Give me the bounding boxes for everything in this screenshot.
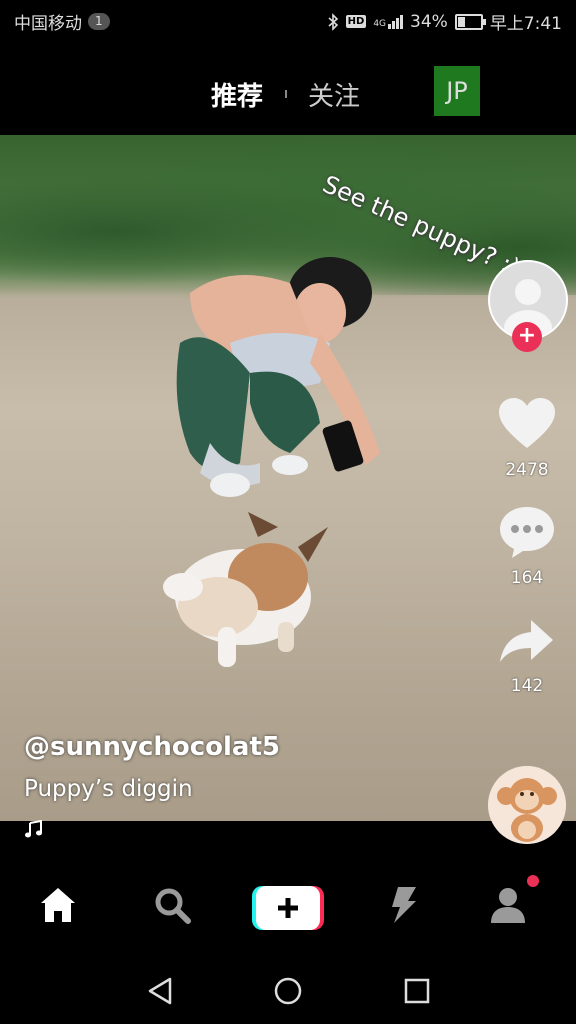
system-nav-bar	[0, 962, 576, 1024]
top-nav: 推荐 关注 JP	[0, 40, 576, 135]
share-count: 142	[510, 676, 544, 696]
jp-badge[interactable]: JP	[434, 66, 480, 116]
profile-icon[interactable]	[488, 885, 528, 925]
bluetooth-icon	[328, 12, 338, 31]
status-left: 中国移动 1	[14, 9, 110, 34]
clock: 早上7:41	[489, 14, 562, 34]
back-triangle-icon[interactable]	[146, 976, 174, 1006]
hd-badge: HD	[345, 15, 367, 28]
create-plus-icon[interactable]	[252, 884, 324, 932]
tab-recommend[interactable]: 推荐	[211, 76, 263, 113]
post-description: Puppy’s diggin	[24, 776, 193, 802]
status-bar: 中国移动 1 HD 4G 34% 早上7:41	[0, 0, 576, 40]
bottom-nav	[0, 850, 576, 962]
comment-bubble-icon	[500, 507, 554, 558]
notification-dot	[527, 875, 539, 887]
music-disc[interactable]	[488, 766, 566, 844]
like-button[interactable]: 2478	[497, 396, 557, 480]
network-type: 4G	[373, 18, 387, 29]
battery-icon	[454, 13, 486, 30]
battery-fill	[457, 16, 465, 27]
tab-divider	[285, 90, 287, 98]
share-arrow-icon	[500, 620, 553, 662]
tab-following[interactable]: 关注	[308, 76, 360, 113]
like-count: 2478	[505, 460, 549, 480]
music-note-icon	[25, 820, 42, 838]
share-button[interactable]: 142	[497, 616, 557, 696]
video-player[interactable]: See the puppy? :)	[0, 135, 576, 821]
search-icon[interactable]	[152, 885, 192, 925]
video-puppy-figure	[163, 512, 328, 667]
monkey-avatar-icon	[488, 766, 566, 844]
comment-count: 164	[510, 568, 544, 588]
carrier-name: 中国移动	[14, 14, 82, 34]
battery-percent: 34%	[410, 11, 448, 32]
home-circle-icon[interactable]	[273, 976, 303, 1006]
home-icon[interactable]	[38, 885, 78, 925]
recents-square-icon[interactable]	[403, 977, 431, 1005]
signal-icon: 4G	[373, 14, 404, 29]
comment-button[interactable]: 164	[497, 504, 557, 588]
lightning-icon[interactable]	[386, 885, 420, 925]
post-username[interactable]: @sunnychocolat5	[24, 732, 280, 762]
follow-button[interactable]: +	[512, 322, 542, 352]
sim-badge: 1	[88, 13, 110, 30]
status-right: HD 4G 34% 早上7:41	[327, 9, 562, 34]
heart-icon	[499, 398, 555, 448]
